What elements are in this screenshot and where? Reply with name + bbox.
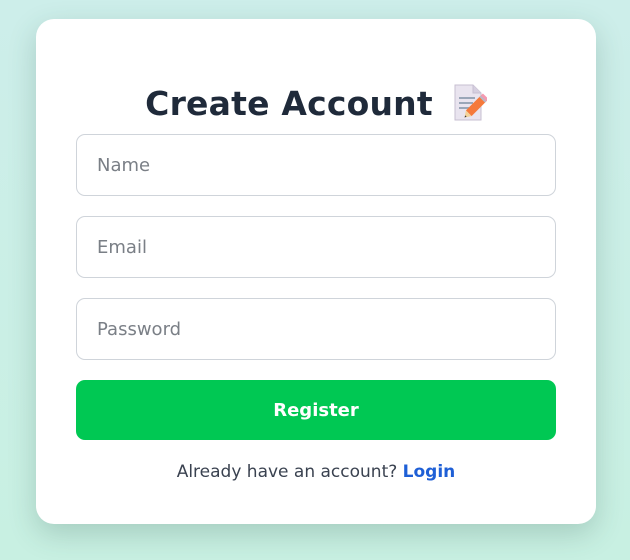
register-button[interactable]: Register — [76, 380, 556, 440]
name-field[interactable] — [76, 134, 556, 196]
login-link[interactable]: Login — [403, 462, 456, 482]
register-card: Create Account Register Already — [36, 19, 596, 524]
email-field[interactable] — [76, 216, 556, 278]
login-prompt-text: Already have an account? — [176, 462, 403, 482]
password-field[interactable] — [76, 298, 556, 360]
login-prompt: Already have an account? Login — [36, 462, 596, 482]
page-title: Create Account — [145, 83, 433, 123]
memo-icon — [451, 83, 489, 123]
title-row: Create Account — [36, 79, 596, 127]
